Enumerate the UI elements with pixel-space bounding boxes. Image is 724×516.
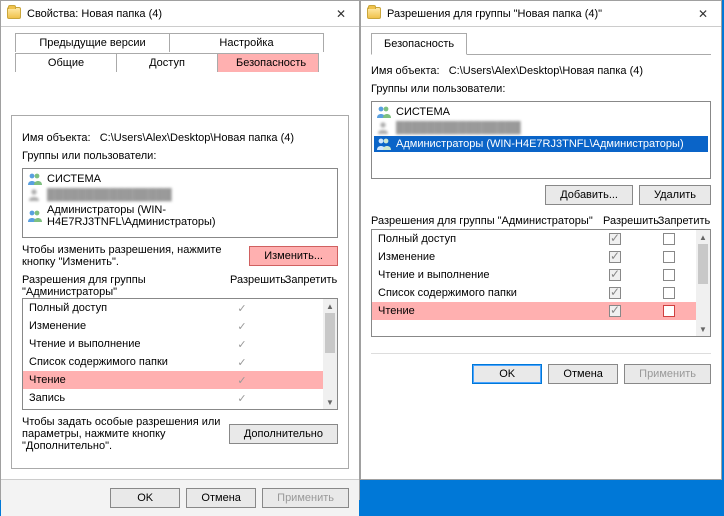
properties-window: Свойства: Новая папка (4) ✕ Предыдущие в… bbox=[0, 0, 360, 500]
perm-row: Запись✓ bbox=[23, 389, 323, 407]
list-item[interactable]: СИСТЕМА bbox=[374, 104, 708, 120]
close-icon[interactable]: ✕ bbox=[685, 1, 721, 27]
advanced-button[interactable]: Дополнительно bbox=[229, 424, 338, 444]
list-item-label: Администраторы (WIN-H4E7RJ3TNFL\Админист… bbox=[396, 138, 684, 150]
perm-row: Полный доступ bbox=[372, 230, 696, 248]
permissions-for-label: Разрешения для группы "Администраторы" bbox=[22, 274, 230, 298]
user-icon bbox=[27, 188, 43, 202]
permissions-list: Полный доступ Изменение Чтение и выполне… bbox=[371, 229, 711, 337]
list-item[interactable]: ████████████████ bbox=[25, 187, 335, 203]
titlebar[interactable]: Свойства: Новая папка (4) ✕ bbox=[1, 1, 359, 27]
perm-row-read: Чтение✓ bbox=[23, 371, 323, 389]
deny-checkbox[interactable] bbox=[663, 305, 675, 317]
close-icon[interactable]: ✕ bbox=[323, 1, 359, 27]
allow-checkbox[interactable] bbox=[609, 251, 621, 263]
deny-checkbox[interactable] bbox=[663, 251, 675, 263]
groups-listbox[interactable]: СИСТЕМА ████████████████ Администраторы … bbox=[22, 168, 338, 238]
allow-checkbox[interactable] bbox=[609, 269, 621, 281]
window-title: Разрешения для группы "Новая папка (4)" bbox=[387, 8, 685, 20]
remove-button[interactable]: Удалить bbox=[639, 185, 711, 205]
edit-button[interactable]: Изменить... bbox=[249, 246, 338, 266]
object-name-label: Имя объекта: bbox=[22, 132, 91, 144]
scrollbar[interactable]: ▲ ▼ bbox=[696, 230, 710, 336]
deny-column-header: Запретить bbox=[284, 274, 338, 298]
permissions-for-label: Разрешения для группы "Администраторы" bbox=[371, 215, 603, 227]
deny-checkbox[interactable] bbox=[663, 269, 675, 281]
tab-customize[interactable]: Настройка bbox=[169, 33, 324, 52]
perm-row: Список содержимого папки bbox=[372, 284, 696, 302]
permissions-window: Разрешения для группы "Новая папка (4)" … bbox=[360, 0, 722, 480]
groups-listbox[interactable]: СИСТЕМА ████████████████ Администраторы … bbox=[371, 101, 711, 179]
scrollbar[interactable]: ▲ ▼ bbox=[323, 299, 337, 409]
advanced-hint: Чтобы задать особые разрешения или парам… bbox=[22, 416, 221, 452]
perm-row: Изменение bbox=[372, 248, 696, 266]
groups-label: Группы или пользователи: bbox=[22, 150, 338, 162]
perm-row: Изменение✓ bbox=[23, 317, 323, 335]
perm-row: Чтение и выполнение bbox=[372, 266, 696, 284]
list-item[interactable]: СИСТЕМА bbox=[25, 171, 335, 187]
scroll-thumb[interactable] bbox=[325, 313, 335, 353]
deny-checkbox[interactable] bbox=[663, 233, 675, 245]
object-path: C:\Users\Alex\Desktop\Новая папка (4) bbox=[100, 132, 294, 144]
list-item-label: ████████████████ bbox=[47, 189, 172, 201]
scroll-down-icon[interactable]: ▼ bbox=[323, 395, 337, 409]
users-icon bbox=[376, 137, 392, 151]
deny-checkbox[interactable] bbox=[663, 287, 675, 299]
scroll-down-icon[interactable]: ▼ bbox=[696, 322, 710, 336]
object-name-label: Имя объекта: bbox=[371, 65, 440, 77]
cancel-button[interactable]: Отмена bbox=[186, 488, 256, 508]
list-item-label: СИСТЕМА bbox=[396, 106, 450, 118]
dialog-footer: OK Отмена Применить bbox=[1, 479, 359, 516]
allow-checkbox[interactable] bbox=[609, 305, 621, 317]
titlebar[interactable]: Разрешения для группы "Новая папка (4)" … bbox=[361, 1, 721, 27]
users-icon bbox=[376, 105, 392, 119]
scroll-up-icon[interactable]: ▲ bbox=[696, 230, 710, 244]
users-icon bbox=[27, 172, 43, 186]
list-item[interactable]: ████████████████ bbox=[374, 120, 708, 136]
allow-checkbox[interactable] bbox=[609, 287, 621, 299]
groups-label: Группы или пользователи: bbox=[371, 83, 711, 95]
tab-sharing[interactable]: Доступ bbox=[116, 53, 218, 72]
list-item-label: ████████████████ bbox=[396, 122, 521, 134]
ok-button[interactable]: OK bbox=[110, 488, 180, 508]
allow-checkbox[interactable] bbox=[609, 233, 621, 245]
perm-row: Чтение и выполнение✓ bbox=[23, 335, 323, 353]
list-item[interactable]: Администраторы (WIN-H4E7RJ3TNFL\Админист… bbox=[25, 203, 335, 229]
users-icon bbox=[27, 209, 43, 223]
apply-button[interactable]: Применить bbox=[262, 488, 349, 508]
allow-column-header: Разрешить bbox=[603, 215, 657, 227]
perm-row-read: Чтение bbox=[372, 302, 696, 320]
list-item-label: СИСТЕМА bbox=[47, 173, 101, 185]
tab-general[interactable]: Общие bbox=[15, 53, 117, 72]
cancel-button[interactable]: Отмена bbox=[548, 364, 618, 384]
add-button[interactable]: Добавить... bbox=[545, 185, 633, 205]
apply-button[interactable]: Применить bbox=[624, 364, 711, 384]
tabs: Безопасность bbox=[371, 33, 711, 55]
perm-row: Полный доступ✓ bbox=[23, 299, 323, 317]
allow-column-header: Разрешить bbox=[230, 274, 284, 298]
edit-hint: Чтобы изменить разрешения, нажмите кнопк… bbox=[22, 244, 241, 268]
list-item-label: Администраторы (WIN-H4E7RJ3TNFL\Админист… bbox=[47, 204, 333, 228]
tab-previous-versions[interactable]: Предыдущие версии bbox=[15, 33, 170, 52]
tab-security[interactable]: Безопасность bbox=[217, 53, 319, 72]
tab-security[interactable]: Безопасность bbox=[371, 33, 467, 55]
ok-button[interactable]: OK bbox=[472, 364, 542, 384]
user-icon bbox=[376, 121, 392, 135]
object-path: C:\Users\Alex\Desktop\Новая папка (4) bbox=[449, 65, 643, 77]
perm-row: Список содержимого папки✓ bbox=[23, 353, 323, 371]
scroll-up-icon[interactable]: ▲ bbox=[323, 299, 337, 313]
folder-icon bbox=[367, 7, 381, 21]
deny-column-header: Запретить bbox=[657, 215, 711, 227]
tabs: Предыдущие версии Настройка Общие Доступ… bbox=[11, 33, 349, 75]
window-title: Свойства: Новая папка (4) bbox=[27, 8, 323, 20]
scroll-thumb[interactable] bbox=[698, 244, 708, 284]
permissions-list: Полный доступ✓ Изменение✓ Чтение и выпол… bbox=[22, 298, 338, 410]
folder-icon bbox=[7, 7, 21, 21]
list-item-selected[interactable]: Администраторы (WIN-H4E7RJ3TNFL\Админист… bbox=[374, 136, 708, 152]
